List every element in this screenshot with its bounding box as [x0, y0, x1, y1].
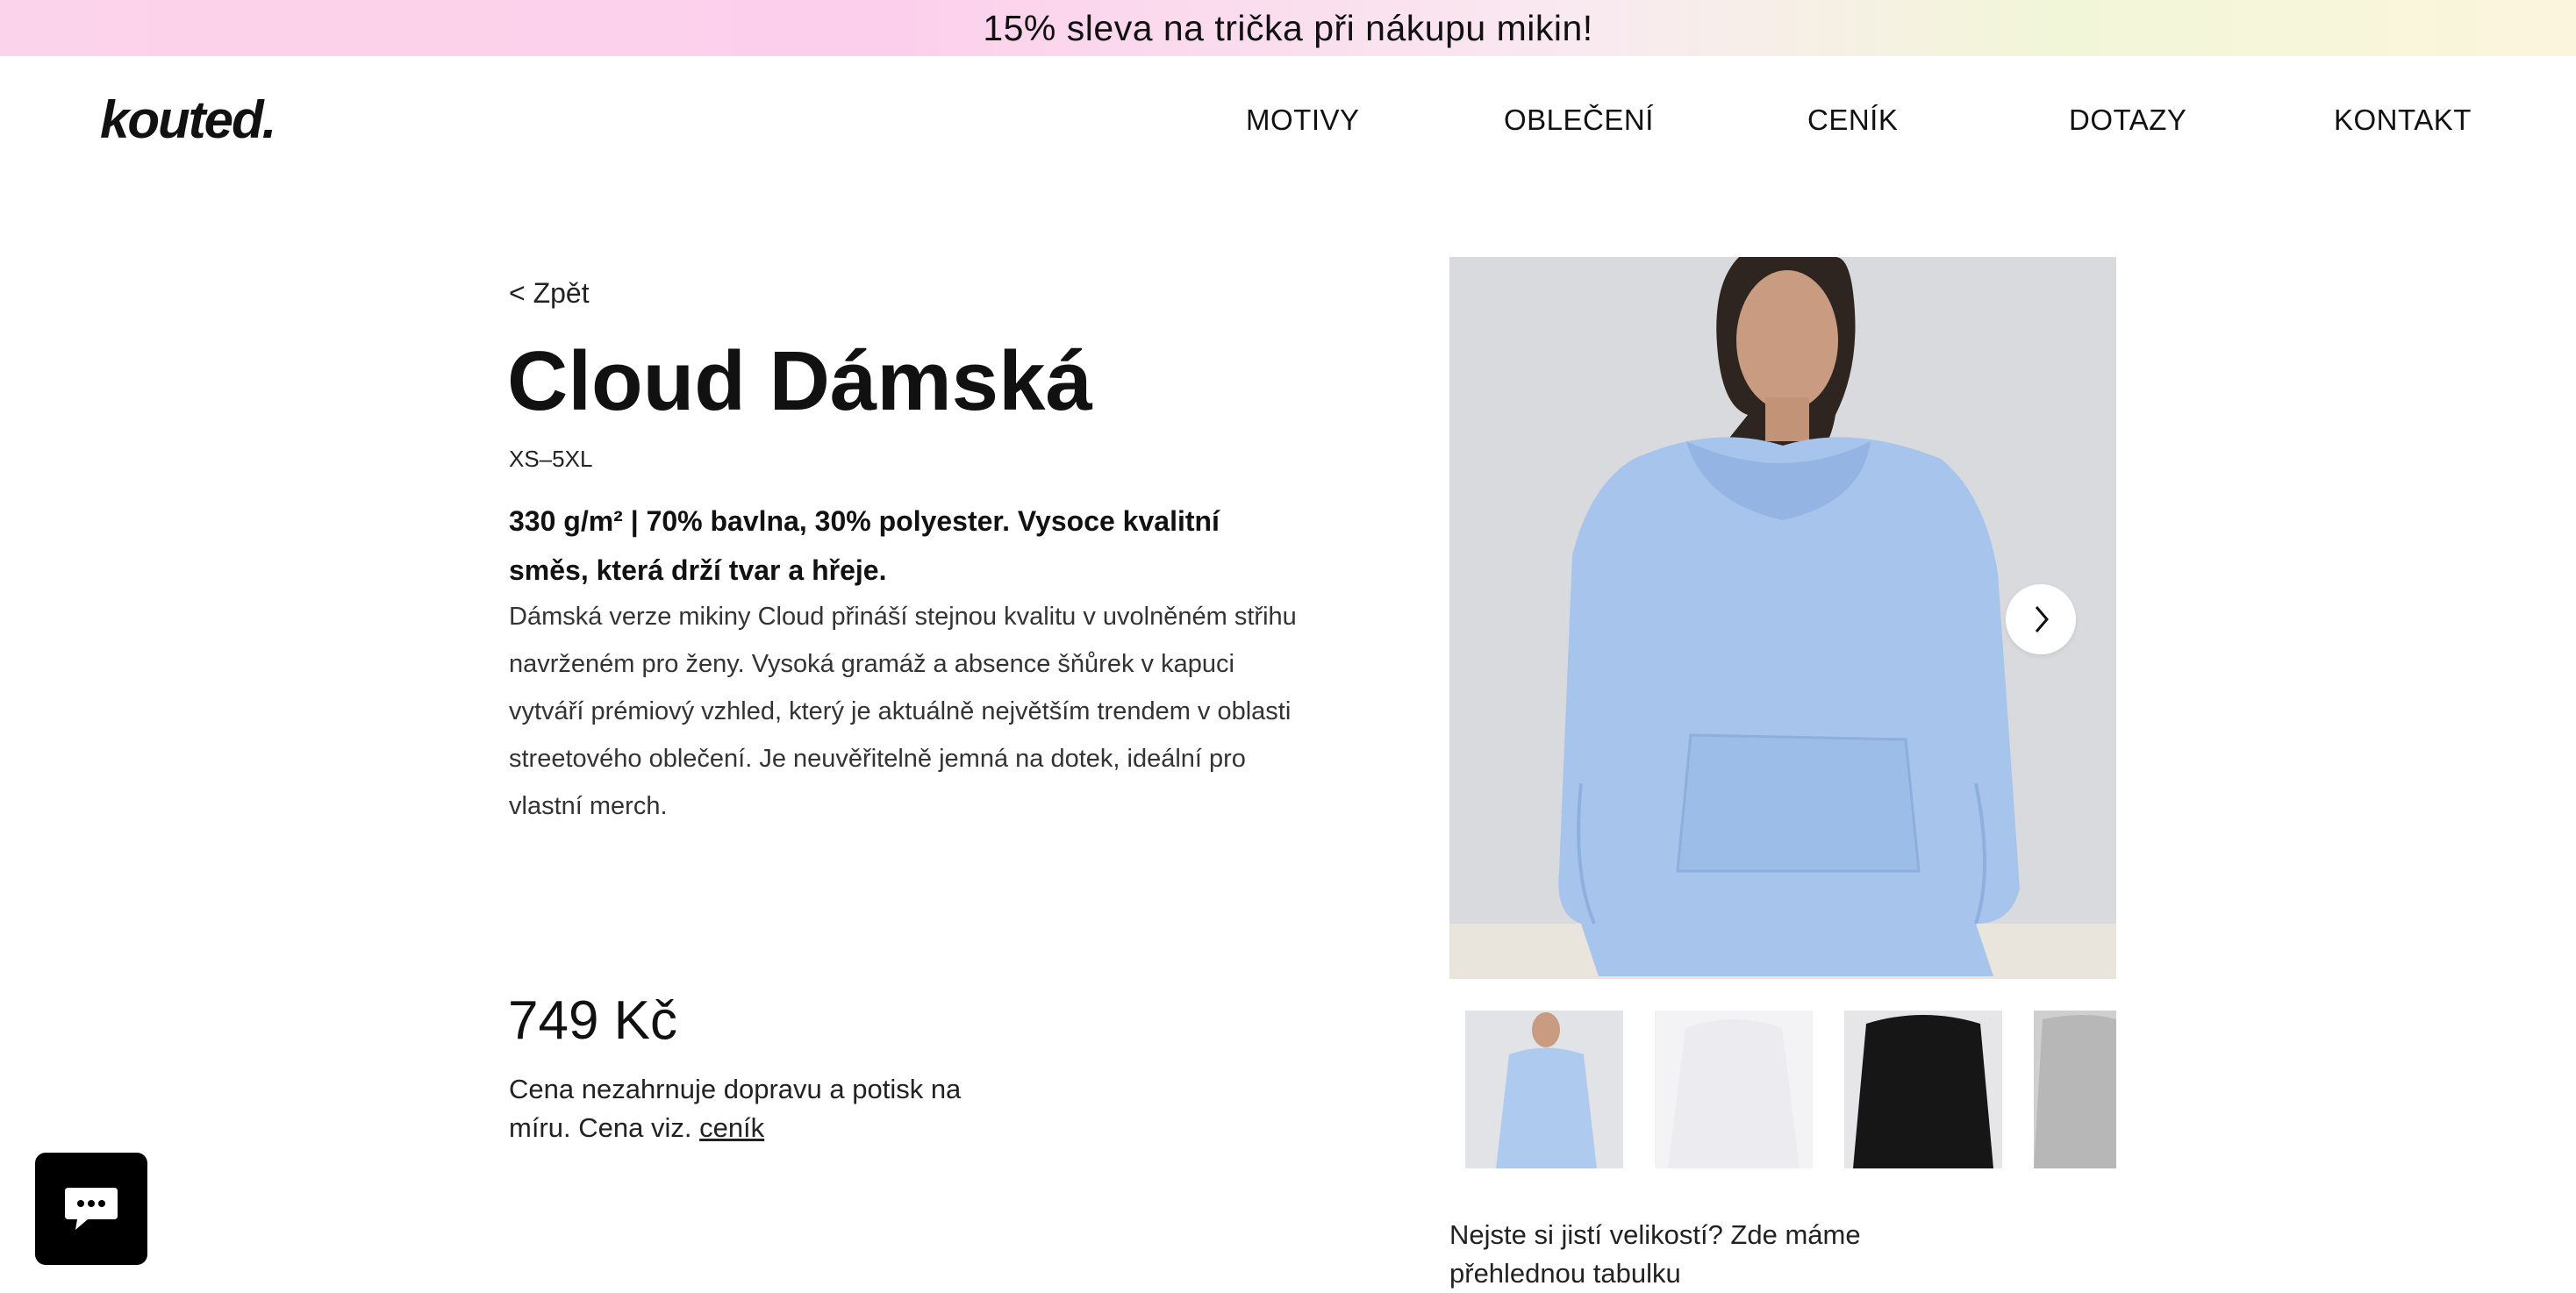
nav-item-kontakt[interactable]: KONTAKT: [2334, 104, 2472, 137]
price-note: Cena nezahrnuje dopravu a potisk na míru…: [509, 1070, 1000, 1147]
product-lead: 330 g/m² | 70% bavlna, 30% polyester. Vy…: [509, 505, 1220, 586]
chat-bubble-icon: [65, 1188, 118, 1230]
product-price: 749 Kč: [508, 990, 678, 1051]
pricing-link[interactable]: ceník: [699, 1112, 764, 1143]
chevron-right-icon: [2035, 606, 2049, 632]
gallery-thumbnail[interactable]: [1465, 1011, 1623, 1168]
back-link[interactable]: < Zpět: [509, 277, 590, 310]
nav-item-cenik[interactable]: CENÍK: [1807, 104, 1898, 137]
gallery-next-button[interactable]: [2006, 584, 2076, 654]
promo-text: 15% sleva na trička při nákupu mikin!: [983, 7, 1593, 48]
gallery-thumbnail[interactable]: [2034, 1011, 2116, 1168]
nav-item-obleceni[interactable]: OBLEČENÍ: [1504, 104, 1654, 137]
nav-item-dotazy[interactable]: DOTAZY: [2069, 104, 2186, 137]
gallery-thumbnail[interactable]: [1655, 1011, 1813, 1168]
nav-item-motivy[interactable]: MOTIVY: [1246, 104, 1360, 137]
site-logo[interactable]: kouted.: [100, 89, 276, 150]
promo-banner: 15% sleva na trička při nákupu mikin!: [0, 0, 2576, 56]
thumbnail-black-hoodie: [1844, 1011, 2002, 1168]
thumbnail-light-blue-hoodie: [1465, 1011, 1623, 1168]
thumbnail-grey-hoodie: [2034, 1011, 2116, 1168]
size-guide-note[interactable]: Nejste si jistí velikostí? Zde máme přeh…: [1449, 1216, 1941, 1293]
size-range: XS–5XL: [509, 446, 593, 472]
product-title: Cloud Dámská: [507, 334, 1092, 428]
chat-button[interactable]: [35, 1153, 147, 1265]
thumbnail-white-hoodie: [1655, 1011, 1813, 1168]
gallery-thumbnail[interactable]: [1844, 1011, 2002, 1168]
product-description: Dámská verze mikiny Cloud přináší stejno…: [509, 603, 1297, 820]
